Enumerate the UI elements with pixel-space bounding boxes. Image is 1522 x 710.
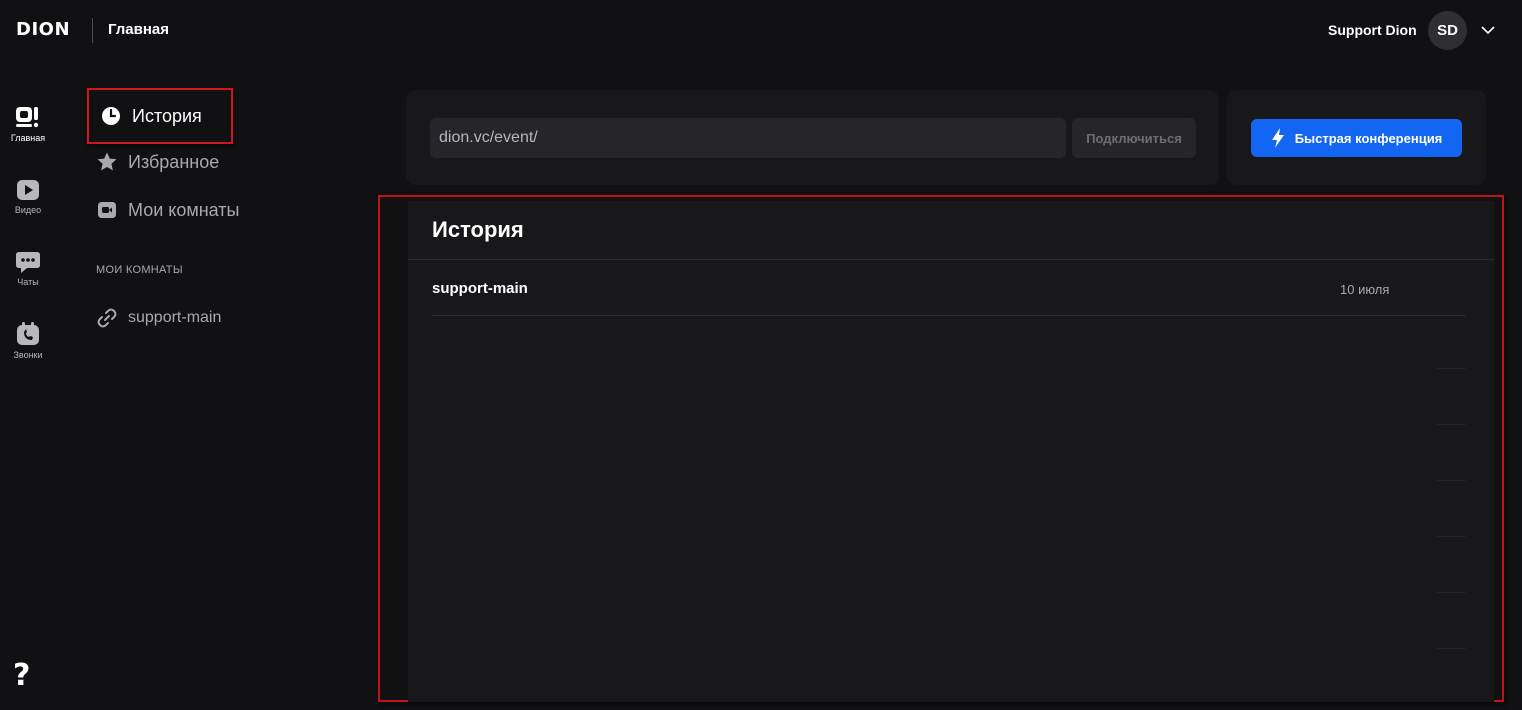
avatar[interactable]: SD xyxy=(1428,11,1467,50)
chat-icon xyxy=(16,252,40,273)
history-title: История xyxy=(432,217,524,242)
history-content: История support-main 10 июля xyxy=(408,201,1494,702)
room-item-label: support-main xyxy=(128,309,222,326)
table-row[interactable]: support-main 10 июля xyxy=(432,260,1466,316)
room-item-support-main[interactable]: support-main xyxy=(96,301,221,335)
rail-label: Главная xyxy=(10,133,46,143)
phone-calendar-icon xyxy=(17,322,39,345)
video-play-icon xyxy=(17,180,39,200)
rail-item-video[interactable]: Видео xyxy=(0,178,56,238)
quick-conference-button[interactable]: Быстрая конференция xyxy=(1251,119,1462,157)
link-icon xyxy=(97,308,117,328)
history-row-name: support-main xyxy=(432,280,528,297)
nav-item-my-rooms[interactable]: Мои комнаты xyxy=(96,193,239,227)
user-name[interactable]: Support Dion xyxy=(1328,22,1417,38)
nav-item-favorites[interactable]: Избранное xyxy=(96,145,219,179)
nav-item-label: Мои комнаты xyxy=(128,199,240,220)
left-rail: Главная Видео Чаты Звонки ? xyxy=(0,62,56,710)
clock-icon xyxy=(102,107,120,125)
placeholder-divider xyxy=(1436,536,1466,537)
rail-label: Видео xyxy=(14,205,42,215)
help-button[interactable]: ? xyxy=(13,658,30,693)
event-url-input[interactable]: dion.vc/event/ xyxy=(430,118,1066,158)
rail-label: Звонки xyxy=(13,350,43,360)
history-panel: История support-main 10 июля xyxy=(378,195,1504,702)
placeholder-divider xyxy=(1436,368,1466,369)
history-row-date: 10 июля xyxy=(1340,282,1390,297)
nav-item-label: Избранное xyxy=(128,151,220,172)
placeholder-divider xyxy=(1436,480,1466,481)
header-divider xyxy=(92,18,93,43)
top-header: DION Главная Support Dion SD xyxy=(0,0,1522,62)
dion-logo[interactable]: DION xyxy=(16,19,70,40)
lightning-icon xyxy=(1271,128,1284,148)
nav-item-history[interactable]: История xyxy=(87,88,233,144)
home-icon xyxy=(16,107,39,128)
rail-label: Чаты xyxy=(17,277,39,287)
rail-item-chats[interactable]: Чаты xyxy=(0,250,56,310)
connect-button[interactable]: Подключиться xyxy=(1072,118,1196,158)
placeholder-divider xyxy=(1436,592,1466,593)
placeholder-divider xyxy=(1436,648,1466,649)
chevron-down-icon[interactable] xyxy=(1480,22,1496,38)
camera-icon xyxy=(98,202,116,218)
rail-item-calls[interactable]: Звонки xyxy=(0,321,56,381)
section-label-my-rooms: МОИ КОМНАТЫ xyxy=(96,264,183,276)
star-icon xyxy=(97,152,117,171)
rail-item-home[interactable]: Главная xyxy=(0,104,56,164)
placeholder-divider xyxy=(1436,424,1466,425)
page-title: Главная xyxy=(108,21,170,38)
nav-item-label: История xyxy=(132,105,202,126)
quick-conference-label: Быстрая конференция xyxy=(1294,130,1443,146)
